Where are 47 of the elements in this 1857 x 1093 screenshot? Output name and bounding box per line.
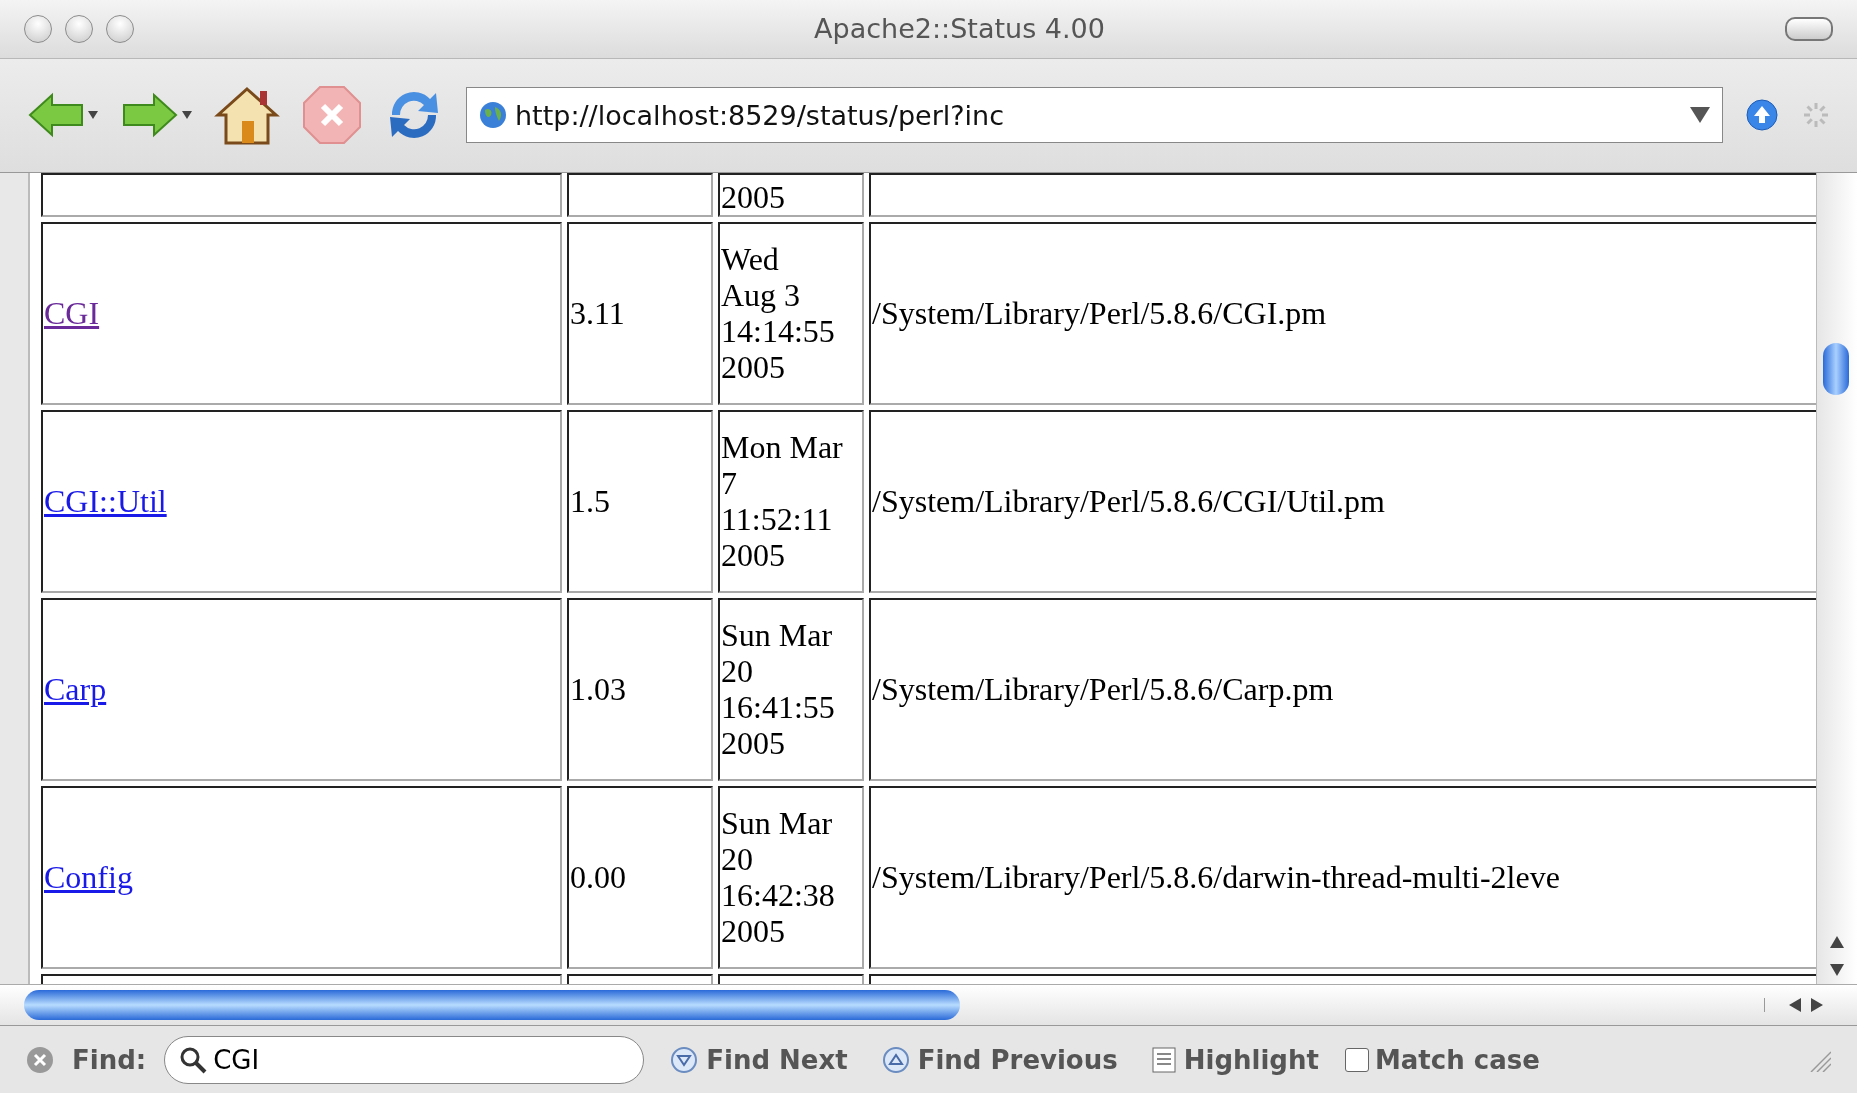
table-cell: 1.03 xyxy=(567,597,713,781)
globe-icon xyxy=(479,101,507,130)
table-cell: 1.5 xyxy=(567,409,713,593)
window-title: Apache2::Status 4.00 xyxy=(813,13,1106,45)
zoom-button[interactable] xyxy=(106,14,134,43)
close-window-button[interactable] xyxy=(24,14,52,43)
back-menu-caret-icon[interactable] xyxy=(88,111,98,120)
table-cell: /System/Library/Perl/5.8.6/CGI/Util.pm xyxy=(869,409,1816,593)
go-icon[interactable] xyxy=(1745,98,1779,133)
match-case-checkbox[interactable] xyxy=(1344,1047,1369,1072)
toolbar-toggle-button[interactable] xyxy=(1785,16,1833,41)
table-cell: 2005 xyxy=(718,172,864,217)
find-bar-button[interactable]: Highlight xyxy=(1143,1044,1327,1075)
address-field[interactable]: http://localhost:8529/status/perl?inc xyxy=(466,87,1723,144)
search-icon xyxy=(179,1045,208,1074)
find-field[interactable]: CGI xyxy=(164,1035,645,1084)
scroll-right-arrow-icon[interactable] xyxy=(1811,998,1823,1013)
table-cell: Sun Mar 20 16:41:55 2005 xyxy=(718,597,864,781)
scroll-down-arrow-icon[interactable] xyxy=(1830,964,1844,977)
dropdown-caret-icon[interactable] xyxy=(1690,107,1710,124)
stop-icon[interactable] xyxy=(302,85,362,146)
list-icon xyxy=(1151,1046,1176,1073)
table-cell: Mon Mar 7 11:52:11 2005 xyxy=(718,409,864,593)
scroll-up-arrow-icon[interactable] xyxy=(1830,936,1844,949)
forward-menu-caret-icon[interactable] xyxy=(182,111,192,120)
module-link[interactable]: CGI::Util xyxy=(44,483,167,520)
scroll-left-arrow-icon[interactable] xyxy=(1789,998,1801,1013)
table-cell: Sun Mar 20 16:42:38 2005 xyxy=(718,785,864,969)
module-link[interactable]: CGI xyxy=(44,295,100,332)
find-bar-button[interactable]: Find Previous xyxy=(873,1044,1126,1075)
table-cell: /System/Library/Perl/5.8.6/CGI.pm xyxy=(869,221,1816,405)
scroll-thumb[interactable] xyxy=(24,990,960,1021)
scroll-thumb[interactable] xyxy=(1823,342,1849,395)
close-icon[interactable] xyxy=(26,1045,54,1074)
horizontal-scrollbar[interactable] xyxy=(0,984,1857,1026)
module-link[interactable]: Carp xyxy=(44,671,107,708)
find-label: Find: xyxy=(72,1044,147,1075)
module-link[interactable]: Config xyxy=(44,859,133,896)
table-cell: 3.11 xyxy=(567,221,713,405)
minimize-button[interactable] xyxy=(65,14,93,43)
table-cell: /System/Library/Perl/5.8.6/darwin-thread-multi-2leve xyxy=(869,785,1816,969)
find-bar-button[interactable]: Find Next xyxy=(662,1044,856,1075)
table-cell: 0.00 xyxy=(567,785,713,969)
match-case-label: Match case xyxy=(1374,1044,1540,1075)
table-cell: Wed Aug 3 14:14:55 2005 xyxy=(718,221,864,405)
table-cell: /System/Library/Perl/5.8.6/Carp.pm xyxy=(869,597,1816,781)
home-icon[interactable] xyxy=(214,85,280,146)
